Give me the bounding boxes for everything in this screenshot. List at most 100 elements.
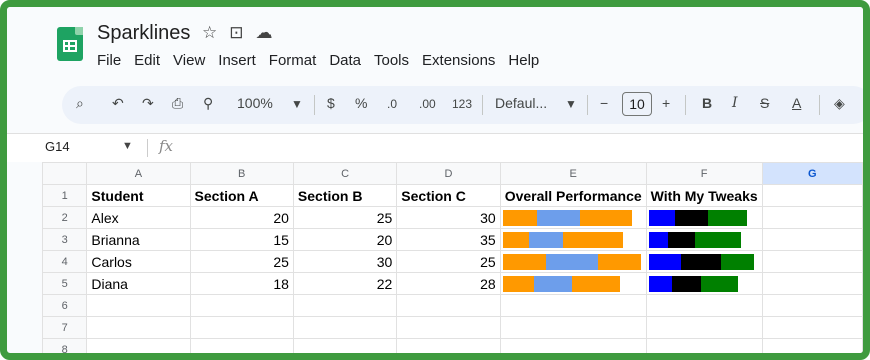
cell[interactable] [761,184,863,207]
font-dropdown-icon[interactable]: ▼ [565,97,577,111]
cell[interactable] [292,338,398,353]
menu-insert[interactable]: Insert [218,52,256,69]
cell[interactable] [761,294,863,317]
cell-student[interactable]: Brianna [86,228,191,251]
cell[interactable] [761,250,863,273]
cell-section-a[interactable]: 15 [189,228,294,251]
cell[interactable] [499,338,647,353]
cell[interactable] [499,294,647,317]
menu-extensions[interactable]: Extensions [422,52,495,69]
italic-button[interactable]: I [732,95,738,111]
paint-format-icon[interactable]: ⚲ [203,95,213,112]
row-header[interactable]: 4 [41,250,88,273]
sparkline-cell-tweaks[interactable] [645,272,763,295]
menu-view[interactable]: View [173,52,205,69]
cell-section-a[interactable]: 25 [189,250,294,273]
undo-icon[interactable]: ↶ [112,95,124,112]
cell-student[interactable]: Diana [86,272,191,295]
menu-format[interactable]: Format [269,52,317,69]
cell-section-b[interactable]: 25 [292,206,398,229]
cell[interactable] [761,206,863,229]
cell[interactable] [645,338,763,353]
column-header-f[interactable]: F [645,162,763,185]
font-select[interactable]: Defaul... [495,95,547,111]
sparkline-cell-overall[interactable] [499,250,647,273]
cell-student[interactable]: Alex [86,206,191,229]
column-header-d[interactable]: D [396,162,501,185]
sheets-logo-icon[interactable] [57,27,83,61]
cell-student[interactable]: Carlos [86,250,191,273]
menu-help[interactable]: Help [508,52,539,69]
redo-icon[interactable]: ↷ [142,95,154,112]
cloud-status-icon[interactable]: ☁ [256,23,273,43]
cell[interactable] [761,272,863,295]
cell-section-a[interactable]: 20 [189,206,294,229]
sparkline-cell-tweaks[interactable] [645,206,763,229]
cell-section-c[interactable]: 25 [396,250,501,273]
name-box-dropdown-icon[interactable]: ▼ [122,140,133,152]
cell-header-student[interactable]: Student [86,184,191,207]
column-header-g[interactable]: G [761,162,863,185]
cell-header-section-a[interactable]: Section A [189,184,294,207]
cell[interactable] [396,294,501,317]
cell-header-overall-performance[interactable]: Overall Performance [499,184,647,207]
cell[interactable] [292,316,398,339]
cell[interactable] [761,228,863,251]
column-header-c[interactable]: C [292,162,398,185]
font-size-input[interactable]: 10 [622,92,652,116]
percent-format-button[interactable]: % [355,95,367,111]
zoom-dropdown-icon[interactable]: ▼ [291,97,303,111]
sparkline-cell-overall[interactable] [499,228,647,251]
text-color-button[interactable]: A [792,95,801,111]
column-header-b[interactable]: B [189,162,294,185]
strikethrough-button[interactable]: S [760,95,769,111]
row-header[interactable]: 7 [41,316,88,339]
cell-section-b[interactable]: 22 [292,272,398,295]
currency-format-button[interactable]: $ [327,95,335,111]
cell[interactable] [645,294,763,317]
print-icon[interactable]: ⎙ [172,95,183,112]
fill-color-icon[interactable]: ◈ [834,95,845,112]
cell[interactable] [189,338,294,353]
cell[interactable] [86,338,191,353]
cell-section-c[interactable]: 30 [396,206,501,229]
cell-header-section-c[interactable]: Section C [396,184,501,207]
cell[interactable] [189,294,294,317]
cell-section-c[interactable]: 28 [396,272,501,295]
cell[interactable] [761,338,863,353]
cell-section-b[interactable]: 20 [292,228,398,251]
select-all-corner[interactable] [41,162,88,185]
decrease-decimal-button[interactable]: .0 [387,97,397,111]
name-box[interactable]: G14 [45,139,70,154]
cell[interactable] [761,316,863,339]
cell-section-b[interactable]: 30 [292,250,398,273]
cell[interactable] [499,316,647,339]
row-header[interactable]: 5 [41,272,88,295]
decrease-font-size-button[interactable]: − [600,95,608,111]
sparkline-cell-tweaks[interactable] [645,228,763,251]
cell[interactable] [86,294,191,317]
row-header[interactable]: 1 [41,184,88,207]
cell[interactable] [189,316,294,339]
sparkline-cell-tweaks[interactable] [645,250,763,273]
row-header[interactable]: 2 [41,206,88,229]
row-header[interactable]: 6 [41,294,88,317]
increase-font-size-button[interactable]: + [662,95,670,111]
column-header-e[interactable]: E [499,162,647,185]
cell[interactable] [292,294,398,317]
cell[interactable] [396,316,501,339]
search-menus-icon[interactable]: ⌕ [76,95,84,112]
menu-file[interactable]: File [97,52,121,69]
sparkline-cell-overall[interactable] [499,206,647,229]
bold-button[interactable]: B [702,95,712,111]
more-formats-button[interactable]: 123 [452,97,472,111]
menu-tools[interactable]: Tools [374,52,409,69]
cell-header-with-my-tweaks[interactable]: With My Tweaks [645,184,763,207]
document-title[interactable]: Sparklines [97,22,190,45]
cell[interactable] [645,316,763,339]
menu-edit[interactable]: Edit [134,52,160,69]
star-icon[interactable]: ☆ [202,23,217,43]
cell-section-a[interactable]: 18 [189,272,294,295]
column-header-a[interactable]: A [86,162,191,185]
cell-section-c[interactable]: 35 [396,228,501,251]
